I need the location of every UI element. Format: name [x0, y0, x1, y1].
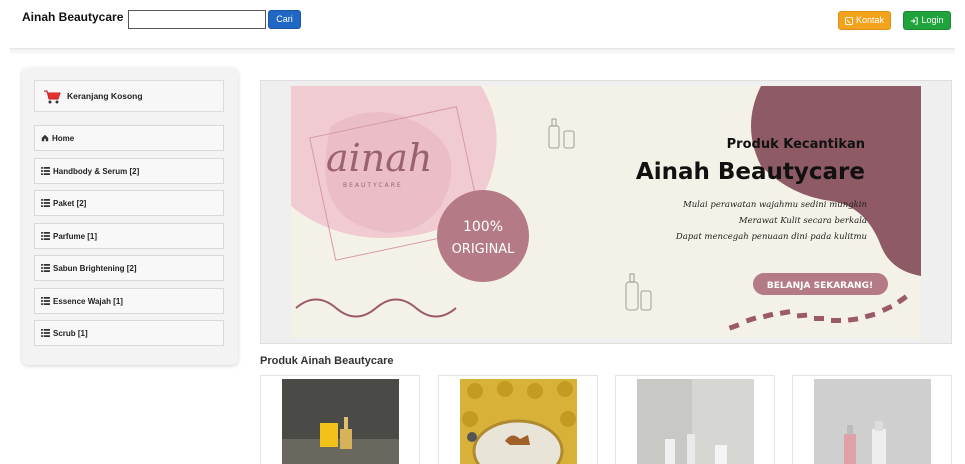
- search-input[interactable]: [128, 10, 266, 29]
- product-card[interactable]: [260, 375, 420, 464]
- product-image[interactable]: [814, 379, 931, 464]
- top-navbar: Ainah Beautycare Cari Kontak Login: [0, 0, 965, 44]
- product-image[interactable]: [282, 379, 399, 464]
- sidebar-item-label: Scrub [1]: [53, 328, 88, 338]
- list-icon: [41, 297, 50, 305]
- cart-status[interactable]: Keranjang Kosong: [34, 80, 224, 112]
- sidebar-item-parfume[interactable]: Parfume [1]: [34, 223, 224, 249]
- sidebar-item-paket[interactable]: Paket [2]: [34, 190, 224, 216]
- category-sidebar: Keranjang Kosong Home Handbody & Serum […: [22, 68, 238, 365]
- banner-heading-big: Ainah Beautycare: [636, 159, 865, 185]
- product-card[interactable]: [792, 375, 952, 464]
- sidebar-item-label: Home: [52, 133, 75, 143]
- promo-banner[interactable]: ainah BEAUTYCARE 100% ORIGINAL Produk Ke…: [291, 86, 921, 338]
- product-image[interactable]: [637, 379, 754, 464]
- kontak-button[interactable]: Kontak: [838, 11, 891, 30]
- logo-script: ainah: [326, 136, 432, 180]
- login-button[interactable]: Login: [903, 11, 951, 30]
- sidebar-item-home[interactable]: Home: [34, 125, 224, 151]
- banner-heading-small: Produk Kecantikan: [727, 137, 865, 152]
- original-badge-circle: [437, 190, 529, 282]
- list-icon: [41, 167, 50, 175]
- login-button-label: Login: [921, 15, 944, 25]
- sidebar-item-label: Handbody & Serum [2]: [53, 166, 140, 176]
- product-image[interactable]: [460, 379, 577, 464]
- product-card[interactable]: [615, 375, 775, 464]
- whatsapp-icon: [844, 16, 853, 25]
- banner-line-2: Merawat Kulit secara berkala: [738, 216, 867, 226]
- badge-percent: 100%: [463, 219, 503, 235]
- banner-carousel: ainah BEAUTYCARE 100% ORIGINAL Produk Ke…: [260, 80, 952, 344]
- product-card[interactable]: [438, 375, 598, 464]
- shopping-cart-icon: [44, 90, 61, 103]
- brand-name[interactable]: Ainah Beautycare: [22, 10, 123, 24]
- sidebar-item-label: Sabun Brightening [2]: [53, 263, 137, 273]
- products-section-title: Produk Ainah Beautycare: [260, 355, 394, 367]
- sidebar-item-label: Essence Wajah [1]: [53, 296, 123, 306]
- sidebar-item-sabun-brightening[interactable]: Sabun Brightening [2]: [34, 255, 224, 281]
- home-icon: [41, 134, 49, 142]
- sidebar-item-essence-wajah[interactable]: Essence Wajah [1]: [34, 288, 224, 314]
- sidebar-item-label: Parfume [1]: [53, 231, 98, 241]
- badge-original: ORIGINAL: [452, 242, 516, 257]
- sidebar-item-scrub[interactable]: Scrub [1]: [34, 320, 224, 346]
- header-divider: [10, 48, 955, 54]
- search-button[interactable]: Cari: [268, 10, 301, 29]
- list-icon: [41, 329, 50, 337]
- list-icon: [41, 232, 50, 240]
- cart-label: Keranjang Kosong: [67, 91, 143, 101]
- banner-line-3: Dapat mencegah penuaan dini pada kulitmu: [675, 232, 867, 242]
- kontak-button-label: Kontak: [855, 15, 885, 25]
- sign-in-icon: [911, 16, 919, 25]
- sidebar-item-handbody-serum[interactable]: Handbody & Serum [2]: [34, 158, 224, 184]
- list-icon: [41, 264, 50, 272]
- sidebar-item-label: Paket [2]: [53, 198, 87, 208]
- banner-line-1: Mulai perawatan wajahmu sedini mungkin: [682, 200, 867, 210]
- list-icon: [41, 199, 50, 207]
- banner-cta: BELANJA SEKARANG!: [767, 281, 873, 291]
- search-button-label: Cari: [276, 14, 293, 24]
- logo-subtitle: BEAUTYCARE: [343, 182, 403, 189]
